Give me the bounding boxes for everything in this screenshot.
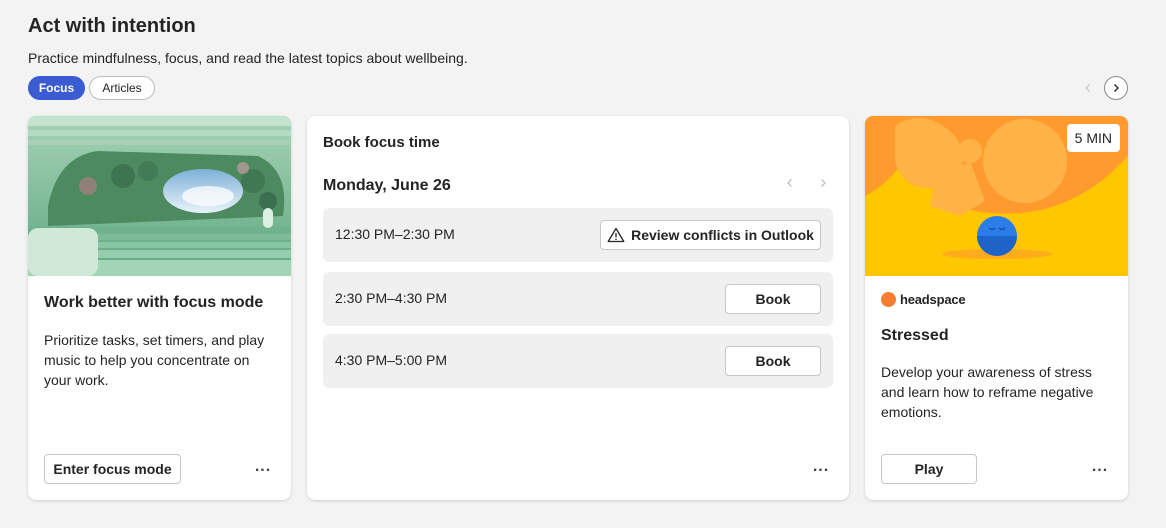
headspace-card: 5 MIN headspace Stressed Develop your aw… [865, 116, 1128, 500]
chevron-right-icon [1114, 84, 1119, 92]
book-button[interactable]: Book [725, 346, 821, 376]
headspace-logo: headspace [881, 292, 966, 307]
chevron-right-icon [821, 179, 826, 187]
review-conflicts-button[interactable]: Review conflicts in Outlook [600, 220, 821, 250]
book-focus-card: Book focus time Monday, June 26 12:30 PM… [307, 116, 849, 500]
focus-date: Monday, June 26 [323, 177, 451, 194]
review-conflicts-label: Review conflicts in Outlook [631, 227, 814, 243]
time-slot: 4:30 PM–5:00 PM Book [323, 334, 833, 388]
tab-focus[interactable]: Focus [28, 76, 85, 100]
date-prev-button[interactable] [784, 176, 796, 194]
enter-focus-mode-button[interactable]: Enter focus mode [44, 454, 181, 484]
headspace-brand: headspace [900, 292, 966, 307]
chevron-left-icon [1085, 84, 1090, 92]
carousel-next-button[interactable] [1104, 76, 1128, 100]
duration-badge: 5 MIN [1066, 124, 1120, 152]
time-slot: 12:30 PM–2:30 PM Review conflicts in Out… [323, 208, 833, 262]
book-focus-title: Book focus time [323, 134, 440, 151]
page-subtitle: Practice mindfulness, focus, and read th… [28, 50, 468, 66]
date-next-button[interactable] [817, 176, 829, 194]
slot-time: 4:30 PM–5:00 PM [335, 352, 448, 368]
headspace-description: Develop your awareness of stress and lea… [881, 364, 1094, 420]
focus-mode-title: Work better with focus mode [44, 294, 264, 311]
chevron-left-icon [787, 179, 792, 187]
more-options-button[interactable]: ... [1088, 458, 1112, 476]
headspace-dot-icon [881, 292, 896, 307]
more-options-button[interactable]: ... [809, 458, 833, 476]
headspace-title: Stressed [881, 327, 949, 344]
time-slot: 2:30 PM–4:30 PM Book [323, 272, 833, 326]
more-options-button[interactable]: ... [251, 458, 275, 476]
tab-articles[interactable]: Articles [89, 76, 155, 100]
focus-mode-card: Work better with focus mode Prioritize t… [28, 116, 291, 500]
focus-mode-illustration [28, 116, 291, 276]
play-button[interactable]: Play [881, 454, 977, 484]
book-button[interactable]: Book [725, 284, 821, 314]
page-title: Act with intention [28, 15, 196, 37]
focus-mode-description: Prioritize tasks, set timers, and play m… [44, 332, 265, 388]
slot-time: 12:30 PM–2:30 PM [335, 226, 455, 242]
carousel-prev-button[interactable] [1076, 76, 1100, 100]
slot-time: 2:30 PM–4:30 PM [335, 290, 448, 306]
warning-icon [607, 227, 625, 243]
